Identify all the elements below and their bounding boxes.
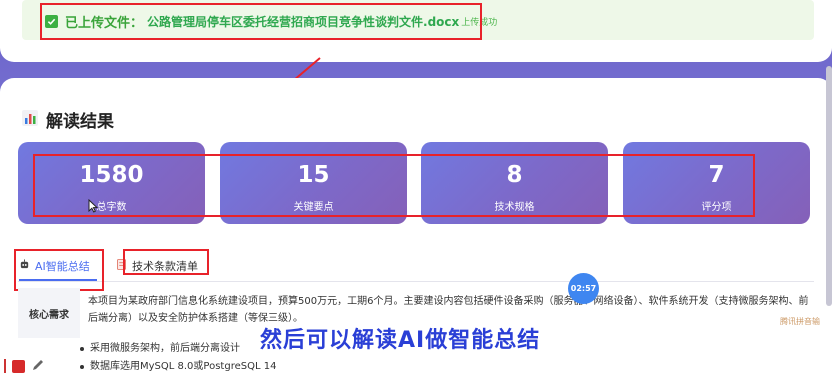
recording-timer-badge: 02:57 — [568, 273, 599, 304]
record-stop-icon[interactable] — [12, 359, 25, 373]
results-heading: 解读结果 — [22, 107, 114, 132]
pen-icon[interactable] — [31, 357, 45, 376]
video-subtitle: 然后可以解读AI做智能总结 — [260, 328, 541, 353]
page-scrollbar[interactable] — [826, 66, 832, 306]
annotation-toolbar — [0, 356, 70, 376]
list-item: 采用微服务架构，前后端分离设计 — [80, 340, 276, 358]
core-requirements-label: 核心需求 — [18, 288, 80, 338]
annotation-box-stats — [33, 154, 755, 217]
toolbar-divider — [4, 359, 6, 373]
requirements-list: 采用微服务架构，前后端分离设计 数据库选用MySQL 8.0或PostgreSQ… — [80, 340, 276, 376]
annotation-box-clauses-tab — [123, 249, 209, 275]
results-title: 解读结果 — [46, 112, 114, 132]
tab-divider — [18, 281, 814, 282]
ime-watermark: 腾讯拼音输 — [780, 317, 820, 326]
annotation-box-ai-tab — [14, 249, 104, 291]
list-item: 数据库选用MySQL 8.0或PostgreSQL 14 — [80, 358, 276, 376]
bar-chart-icon — [22, 109, 38, 130]
